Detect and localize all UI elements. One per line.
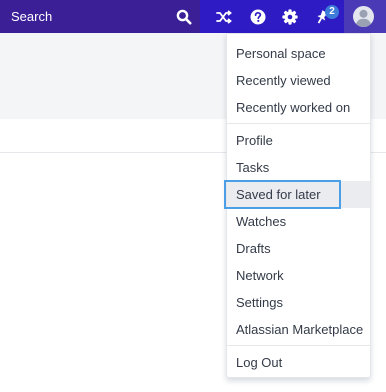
menu-separator [227,345,370,346]
menu-item-saved-for-later[interactable]: Saved for later [224,180,370,209]
search-box[interactable] [0,0,200,33]
default-user-icon [355,9,372,27]
help-icon[interactable] [249,8,267,26]
shuffle-icon[interactable] [215,8,233,26]
menu-item-recently-worked-on[interactable]: Recently worked on [227,94,370,121]
top-navigation-bar: 2 [0,0,386,33]
menu-separator [227,123,370,124]
search-input[interactable] [0,0,200,33]
menu-item-atlassian-marketplace[interactable]: Atlassian Marketplace [227,316,370,343]
focus-ring [224,180,341,209]
menu-item-network[interactable]: Network [227,262,370,289]
menu-item-tasks[interactable]: Tasks [227,154,370,181]
profile-avatar-button[interactable] [344,0,386,33]
search-icon[interactable] [176,9,192,25]
profile-dropdown-menu: Personal space Recently viewed Recently … [224,33,371,378]
avatar[interactable] [353,6,374,27]
menu-item-drafts[interactable]: Drafts [227,235,370,262]
menu-item-settings[interactable]: Settings [227,289,370,316]
menu-item-log-out[interactable]: Log Out [227,349,370,376]
menu-item-watches[interactable]: Watches [227,208,370,235]
notification-badge[interactable]: 2 [325,5,339,19]
menu-item-recently-viewed[interactable]: Recently viewed [227,67,370,94]
settings-gear-icon[interactable] [281,8,299,26]
menu-item-personal-space[interactable]: Personal space [227,40,370,67]
menu-item-profile[interactable]: Profile [227,127,370,154]
